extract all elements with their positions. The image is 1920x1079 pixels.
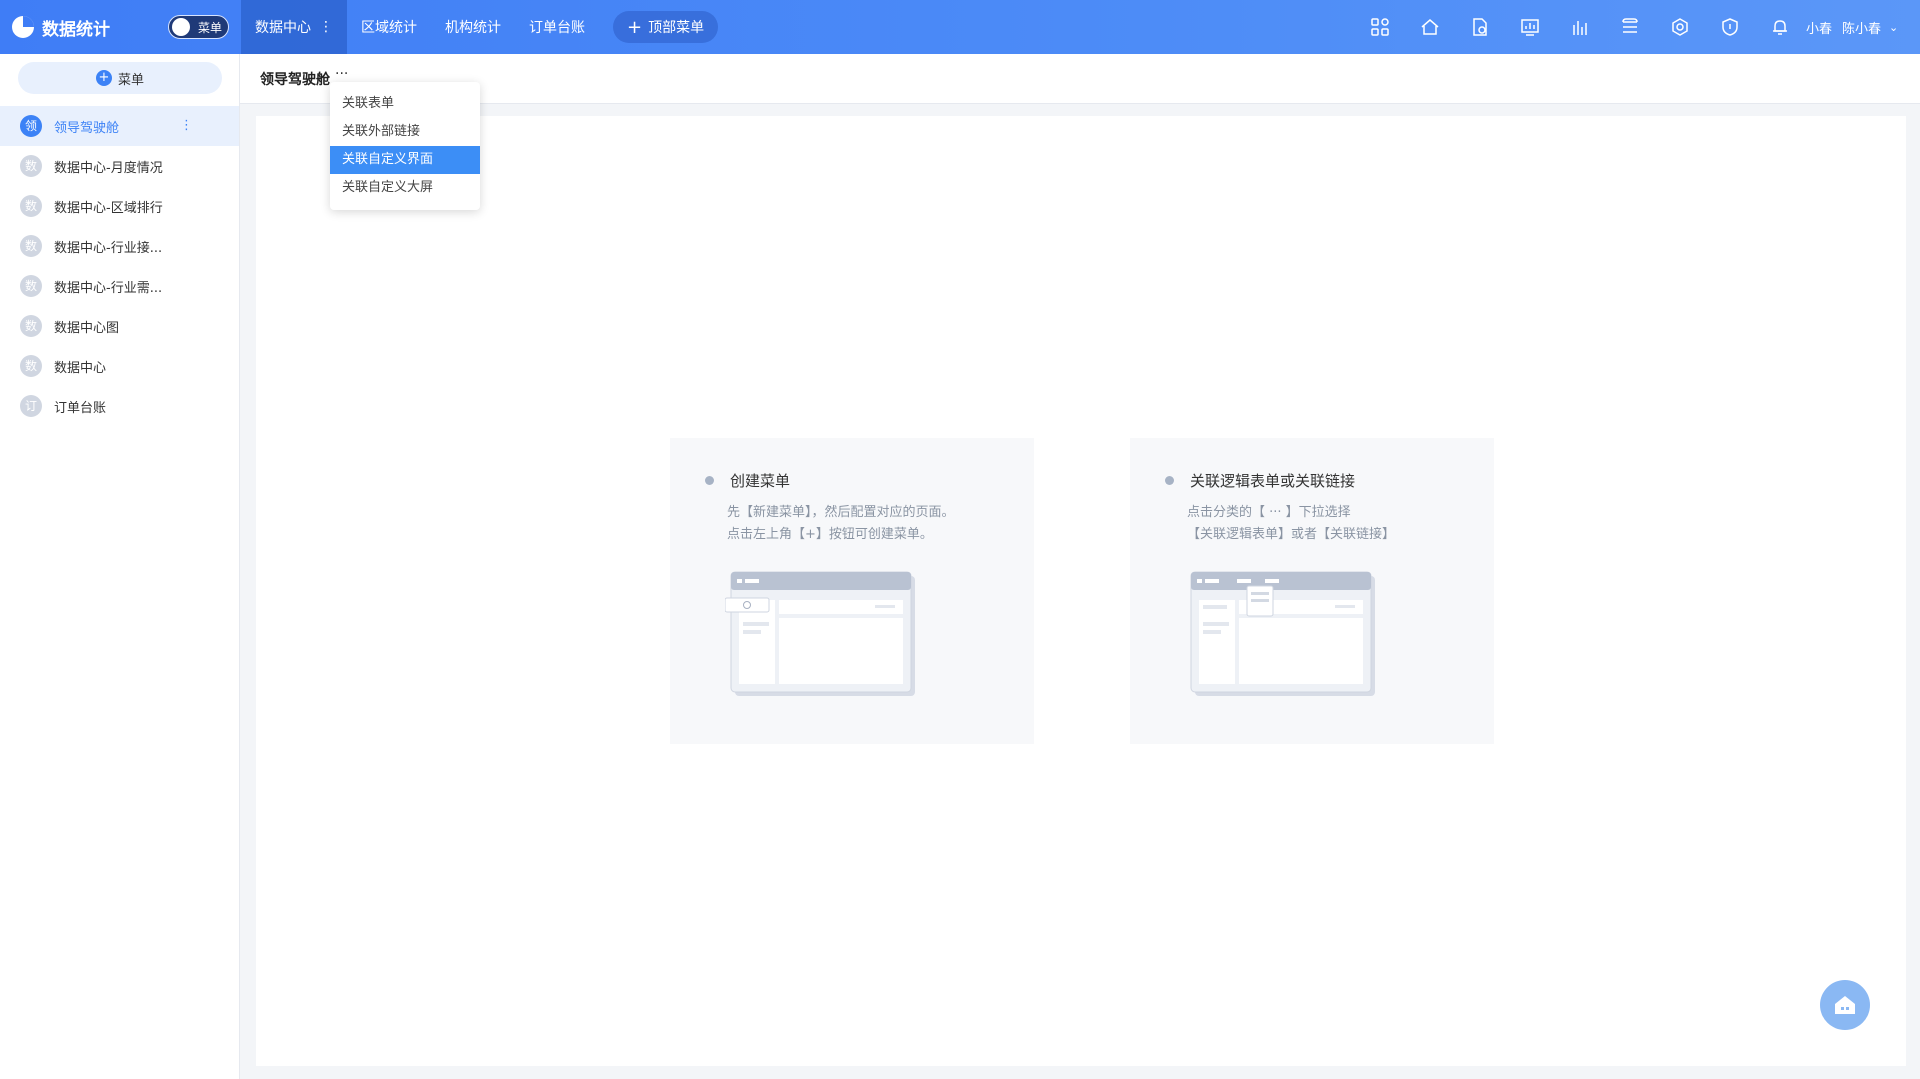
floating-home-button[interactable]	[1820, 980, 1870, 1030]
nav-item-label: 订单台账	[529, 20, 585, 36]
breadcrumb: 领导驾驶舱 ···	[240, 54, 1920, 104]
shield-icon[interactable]	[1705, 0, 1755, 54]
add-top-menu-label: 顶部菜单	[648, 20, 705, 36]
monitor-chart-icon[interactable]	[1505, 0, 1555, 54]
sidebar-item[interactable]: 数 数据中心	[0, 346, 239, 386]
sidebar-item-label: 领导驾驶舱	[54, 120, 120, 136]
nav-more-icon[interactable]: ⋮	[319, 19, 333, 35]
chevron-down-icon: ⌄	[1889, 20, 1899, 34]
nav-item-data-center[interactable]: 数据中心 ⋮	[241, 0, 347, 54]
house-icon	[1835, 996, 1855, 1014]
sidebar-item[interactable]: 数 数据中心-行业接...	[0, 226, 239, 266]
menu-item-link-external[interactable]: 关联外部链接	[330, 118, 480, 146]
sidebar-item-label: 数据中心-区域排行	[54, 200, 163, 216]
guide-card-title-text: 创建菜单	[730, 472, 791, 490]
menu-badge-icon: 数	[20, 195, 42, 217]
guide-card-link-logic: 关联逻辑表单或关联链接 点击分类的【 ··· 】下拉选择 【关联逻辑表单】或者【…	[1130, 438, 1494, 744]
toggle-knob	[172, 18, 190, 36]
guide-card-desc-line: 点击左上角【+】按钮可创建菜单。	[727, 527, 933, 542]
main-content: 创建菜单 先【新建菜单】，然后配置对应的页面。 点击左上角【+】按钮可创建菜单。…	[256, 116, 1906, 1066]
nav-item-label: 机构统计	[445, 20, 501, 36]
add-top-menu-button[interactable]: + 顶部菜单	[613, 11, 719, 43]
sidebar-item[interactable]: 领 领导驾驶舱 ⋮	[0, 106, 239, 146]
menu-item-link-custom-screen[interactable]: 关联自定义大屏	[330, 174, 480, 202]
top-bar: 数据统计 菜单 数据中心 ⋮ 区域统计 机构统计 订单台账 + 顶部菜单 小春 …	[0, 0, 1920, 54]
top-icons	[1355, 0, 1805, 54]
guide-card-desc-line: 【关联逻辑表单】或者【关联链接】	[1187, 527, 1396, 542]
sidebar-item[interactable]: 数 数据中心-月度情况	[0, 146, 239, 186]
sidebar-item-label: 数据中心	[54, 360, 107, 376]
more-horizontal-icon[interactable]: ···	[335, 66, 348, 82]
hexagon-settings-icon[interactable]	[1655, 0, 1705, 54]
bullet-dot-icon	[1165, 476, 1174, 485]
user-name: 陈小春	[1842, 21, 1882, 37]
link-dropdown-menu: 关联表单 关联外部链接 关联自定义界面 关联自定义大屏	[330, 82, 480, 210]
sidebar-item-label: 数据中心-行业需...	[54, 280, 163, 296]
file-settings-icon[interactable]	[1455, 0, 1505, 54]
link-logic-illustration-icon	[1190, 571, 1375, 696]
plus-icon: +	[627, 16, 643, 38]
database-icon[interactable]	[1605, 0, 1655, 54]
menu-item-link-form[interactable]: 关联表单	[330, 90, 480, 118]
bar-chart-icon[interactable]	[1555, 0, 1605, 54]
top-nav: 数据中心 ⋮ 区域统计 机构统计 订单台账 + 顶部菜单	[241, 0, 719, 54]
toggle-label: 菜单	[198, 20, 223, 35]
sidebar: + 菜单 领 领导驾驶舱 ⋮ 数 数据中心-月度情况 数 数据中心-区域排行 数…	[0, 54, 240, 1079]
nav-item-org-stats[interactable]: 机构统计	[431, 0, 515, 54]
bullet-dot-icon	[705, 476, 714, 485]
sidebar-item[interactable]: 数 数据中心图	[0, 306, 239, 346]
menu-badge-icon: 数	[20, 355, 42, 377]
page-title: 领导驾驶舱	[260, 72, 330, 88]
bell-icon[interactable]	[1755, 0, 1805, 54]
guide-card-title: 创建菜单	[705, 470, 790, 491]
menu-item-link-custom-page[interactable]: 关联自定义界面	[330, 146, 480, 174]
menu-badge-icon: 数	[20, 315, 42, 337]
menu-toggle[interactable]: 菜单	[168, 15, 229, 39]
pie-logo-icon	[12, 16, 34, 38]
guide-card-desc-line: 先【新建菜单】，然后配置对应的页面。	[727, 505, 955, 520]
nav-item-region-stats[interactable]: 区域统计	[347, 0, 431, 54]
sidebar-item-label: 数据中心-月度情况	[54, 160, 163, 176]
user-menu[interactable]: 小春 陈小春 ⌄	[1806, 0, 1898, 54]
menu-badge-icon: 订	[20, 395, 42, 417]
sidebar-item[interactable]: 数 数据中心-行业需...	[0, 266, 239, 306]
sidebar-item[interactable]: 订 订单台账	[0, 386, 239, 426]
app-title: 数据统计	[42, 19, 110, 40]
nav-item-label: 数据中心	[255, 20, 311, 36]
home-icon[interactable]	[1405, 0, 1455, 54]
create-menu-illustration-icon	[725, 571, 915, 696]
guide-card-title: 关联逻辑表单或关联链接	[1165, 470, 1355, 491]
sidebar-item-label: 数据中心-行业接...	[54, 240, 163, 256]
menu-badge-icon: 数	[20, 275, 42, 297]
guide-card-desc: 先【新建菜单】，然后配置对应的页面。 点击左上角【+】按钮可创建菜单。	[727, 502, 955, 546]
guide-card-title-text: 关联逻辑表单或关联链接	[1190, 472, 1356, 490]
sidebar-item[interactable]: 数 数据中心-区域排行	[0, 186, 239, 226]
apps-icon[interactable]	[1355, 0, 1405, 54]
menu-badge-icon: 领	[20, 115, 42, 137]
menu-badge-icon: 数	[20, 155, 42, 177]
nav-item-label: 区域统计	[361, 20, 417, 36]
plus-circle-icon: +	[95, 70, 112, 86]
sidebar-list: 领 领导驾驶舱 ⋮ 数 数据中心-月度情况 数 数据中心-区域排行 数 数据中心…	[0, 106, 239, 426]
more-vertical-icon[interactable]: ⋮	[180, 118, 193, 133]
add-menu-label: 菜单	[117, 72, 144, 88]
add-menu-button[interactable]: + 菜单	[18, 62, 222, 94]
sidebar-item-label: 订单台账	[54, 400, 107, 416]
sidebar-item-label: 数据中心图	[54, 320, 120, 336]
user-alias: 小春	[1806, 21, 1833, 37]
guide-card-create-menu: 创建菜单 先【新建菜单】，然后配置对应的页面。 点击左上角【+】按钮可创建菜单。	[670, 438, 1034, 744]
menu-badge-icon: 数	[20, 235, 42, 257]
nav-item-order-ledger[interactable]: 订单台账	[515, 0, 599, 54]
guide-card-desc: 点击分类的【 ··· 】下拉选择 【关联逻辑表单】或者【关联链接】	[1187, 502, 1395, 546]
guide-card-desc-line: 点击分类的【 ··· 】下拉选择	[1187, 505, 1351, 520]
